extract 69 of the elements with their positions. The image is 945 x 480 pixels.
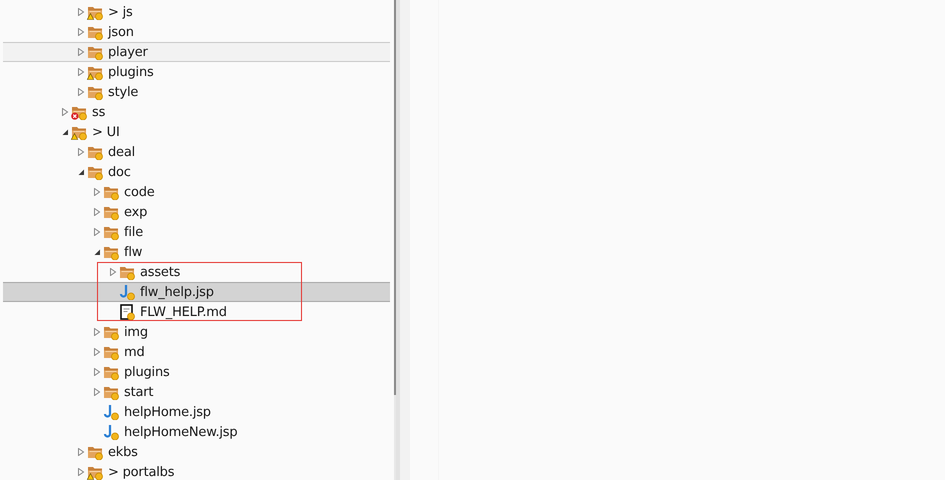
item-label: file — [124, 224, 143, 240]
item-label: deal — [108, 144, 136, 160]
collapsed-arrow-icon[interactable] — [77, 448, 85, 456]
tree-row[interactable]: md — [3, 342, 390, 362]
tree-row[interactable]: player — [3, 42, 390, 62]
tree-row[interactable]: style — [3, 82, 390, 102]
item-label: style — [108, 84, 138, 100]
tree-row[interactable]: ekbs — [3, 442, 390, 462]
collapsed-arrow-icon[interactable] — [77, 8, 85, 16]
item-label: FLW_HELP.md — [140, 304, 227, 320]
collapsed-arrow-icon[interactable] — [93, 388, 101, 396]
item-label: start — [124, 384, 154, 400]
expanded-arrow-icon[interactable] — [93, 248, 101, 256]
expanded-arrow-icon[interactable] — [61, 128, 69, 136]
item-label: plugins — [124, 364, 170, 380]
collapsed-arrow-icon[interactable] — [93, 328, 101, 336]
tree-row[interactable]: > js — [3, 2, 390, 22]
tree-row[interactable]: flw — [3, 242, 390, 262]
tree-row[interactable]: > UI — [3, 122, 390, 142]
item-label: ekbs — [108, 444, 138, 460]
tree-row[interactable]: FLW_HELP.md — [3, 302, 390, 322]
tree-row[interactable]: > portalbs — [3, 462, 390, 480]
tree-row[interactable]: json — [3, 22, 390, 42]
tree-row[interactable]: flw_help.jsp — [3, 282, 390, 302]
tree-row[interactable]: plugins — [3, 62, 390, 82]
item-label: assets — [140, 264, 180, 280]
tree-row[interactable]: start — [3, 382, 390, 402]
tree-row[interactable]: deal — [3, 142, 390, 162]
tree-row[interactable]: helpHome.jsp — [3, 402, 390, 422]
item-label: md — [124, 344, 145, 360]
item-label: flw — [124, 244, 142, 260]
splitter-bar[interactable] — [394, 0, 410, 480]
collapsed-arrow-icon[interactable] — [77, 148, 85, 156]
tree-row[interactable]: helpHomeNew.jsp — [3, 422, 390, 442]
item-label: code — [124, 184, 155, 200]
collapsed-arrow-icon[interactable] — [93, 368, 101, 376]
item-label: exp — [124, 204, 148, 220]
collapsed-arrow-icon[interactable] — [77, 88, 85, 96]
tree-row[interactable]: img — [3, 322, 390, 342]
tree-row[interactable]: plugins — [3, 362, 390, 382]
collapsed-arrow-icon[interactable] — [77, 468, 85, 476]
collapsed-arrow-icon[interactable] — [109, 268, 117, 276]
item-label: img — [124, 324, 148, 340]
collapsed-arrow-icon[interactable] — [93, 228, 101, 236]
item-label: ss — [92, 104, 106, 120]
item-label: helpHome.jsp — [124, 404, 211, 420]
collapsed-arrow-icon[interactable] — [77, 28, 85, 36]
item-label: player — [108, 44, 148, 60]
expanded-arrow-icon[interactable] — [77, 168, 85, 176]
tree-row[interactable]: ss — [3, 102, 390, 122]
item-label: helpHomeNew.jsp — [124, 424, 238, 440]
collapsed-arrow-icon[interactable] — [77, 68, 85, 76]
item-label: > portalbs — [108, 464, 174, 480]
item-label: doc — [108, 164, 131, 180]
tree-row[interactable]: code — [3, 182, 390, 202]
collapsed-arrow-icon[interactable] — [93, 188, 101, 196]
collapsed-arrow-icon[interactable] — [77, 48, 85, 56]
item-label: flw_help.jsp — [140, 284, 214, 300]
tree-row[interactable]: exp — [3, 202, 390, 222]
collapsed-arrow-icon[interactable] — [61, 108, 69, 116]
tree-row[interactable]: doc — [3, 162, 390, 182]
collapsed-arrow-icon[interactable] — [93, 208, 101, 216]
item-label: > js — [108, 4, 133, 20]
item-label: > UI — [92, 124, 120, 140]
item-label: json — [108, 24, 134, 40]
tree-row[interactable]: file — [3, 222, 390, 242]
item-label: plugins — [108, 64, 154, 80]
collapsed-arrow-icon[interactable] — [93, 348, 101, 356]
tree-row[interactable]: assets — [3, 262, 390, 282]
